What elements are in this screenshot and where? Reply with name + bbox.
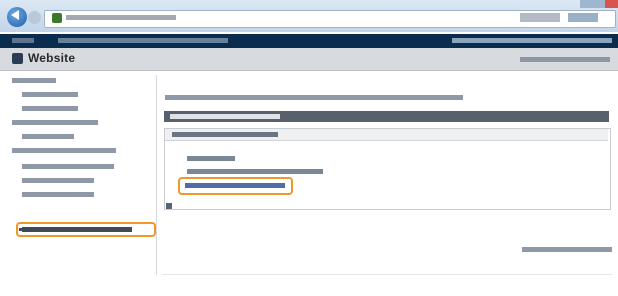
divider (162, 274, 612, 275)
sidebar-item-active-label[interactable] (22, 227, 132, 232)
footer-text (522, 247, 612, 252)
sidebar-item[interactable] (12, 78, 56, 83)
sidebar-item[interactable] (22, 164, 114, 169)
header-logo (12, 38, 34, 43)
sidebar-item[interactable] (12, 120, 98, 125)
page-title: Website (28, 51, 76, 65)
sidebar-item[interactable] (12, 148, 116, 153)
sidebar-item[interactable] (22, 92, 78, 97)
header-links[interactable] (452, 38, 612, 43)
sidebar-item[interactable] (22, 178, 94, 183)
panel-item-link[interactable] (187, 156, 235, 161)
window-controls[interactable] (580, 0, 618, 8)
forward-icon[interactable] (28, 11, 41, 24)
sidebar-item[interactable] (22, 106, 78, 111)
header-title (58, 38, 228, 43)
panel-item-link[interactable] (187, 169, 323, 174)
app-icon (12, 53, 23, 64)
sidebar (6, 75, 157, 275)
browser-tool-icons[interactable] (568, 13, 598, 22)
back-icon (11, 10, 19, 20)
highlighted-link-text[interactable] (185, 183, 285, 188)
panel-header-text (172, 132, 278, 137)
url-text[interactable] (66, 15, 176, 20)
intro-text (165, 95, 463, 100)
favicon-icon (52, 13, 62, 23)
section-header-text (170, 114, 280, 119)
sidebar-item[interactable] (22, 192, 94, 197)
title-band-link[interactable] (520, 57, 610, 62)
square-icon (166, 203, 172, 209)
sidebar-item[interactable] (22, 134, 74, 139)
address-bar-tools[interactable] (520, 13, 560, 22)
